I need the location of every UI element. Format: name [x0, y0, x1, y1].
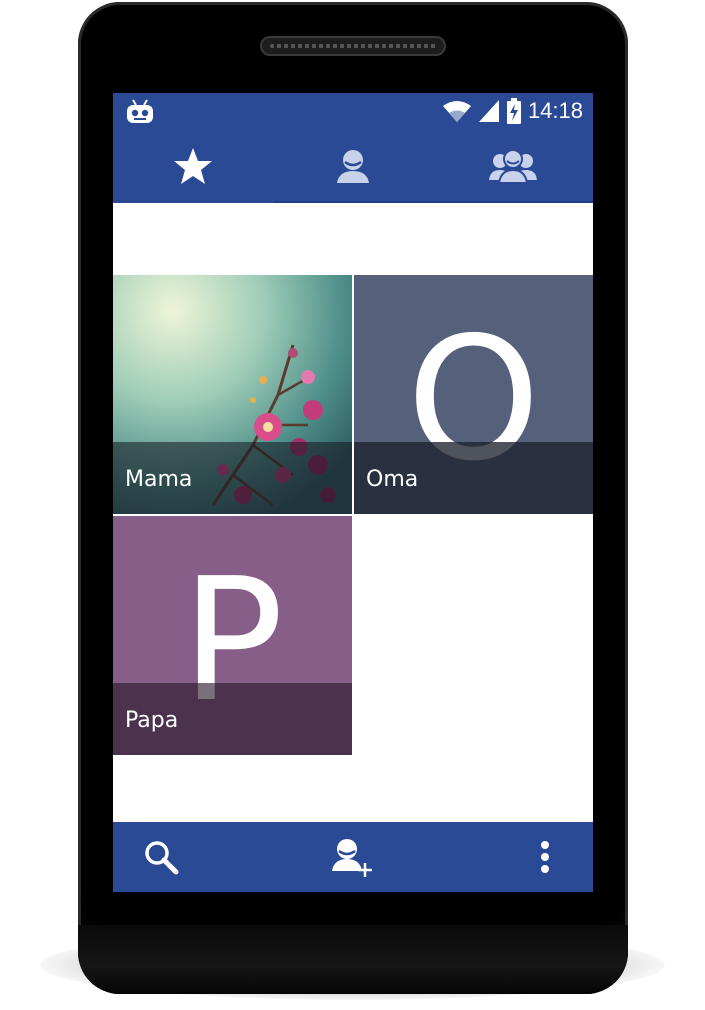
search-button[interactable]	[121, 822, 201, 892]
person-icon	[337, 150, 369, 183]
battery-charging-icon	[506, 98, 521, 124]
status-icons: 14:18	[442, 98, 583, 124]
tab-groups[interactable]	[433, 129, 593, 203]
signal-icon	[478, 100, 499, 122]
earpiece-speaker	[260, 36, 446, 56]
add-contact-button[interactable]	[313, 822, 393, 892]
tab-bar	[113, 129, 593, 203]
overflow-menu-button[interactable]	[505, 822, 585, 892]
contact-tile-mama[interactable]: Mama	[113, 275, 352, 514]
overflow-menu-icon	[541, 841, 549, 873]
contact-name: Oma	[366, 467, 419, 492]
tab-selected-indicator	[113, 200, 273, 203]
contact-name: Mama	[125, 467, 193, 492]
status-bar: 14:18	[113, 93, 593, 129]
star-icon	[174, 148, 212, 184]
bottom-action-bar	[113, 822, 593, 892]
status-clock: 14:18	[527, 98, 583, 123]
phone-chin	[78, 925, 628, 994]
group-icon	[489, 149, 537, 184]
cyanogenmod-icon	[127, 99, 153, 123]
tab-contacts[interactable]	[273, 129, 433, 203]
contact-name: Papa	[125, 708, 179, 733]
contact-tile-papa[interactable]: P Papa	[113, 516, 352, 755]
add-contact-icon	[332, 839, 372, 877]
tab-favorites[interactable]	[113, 129, 273, 203]
contact-tile-oma[interactable]: O Oma	[354, 275, 593, 514]
search-icon	[145, 841, 179, 875]
phone-screen: 14:18 Mama O Oma P Papa	[113, 93, 593, 892]
wifi-icon	[442, 101, 471, 122]
